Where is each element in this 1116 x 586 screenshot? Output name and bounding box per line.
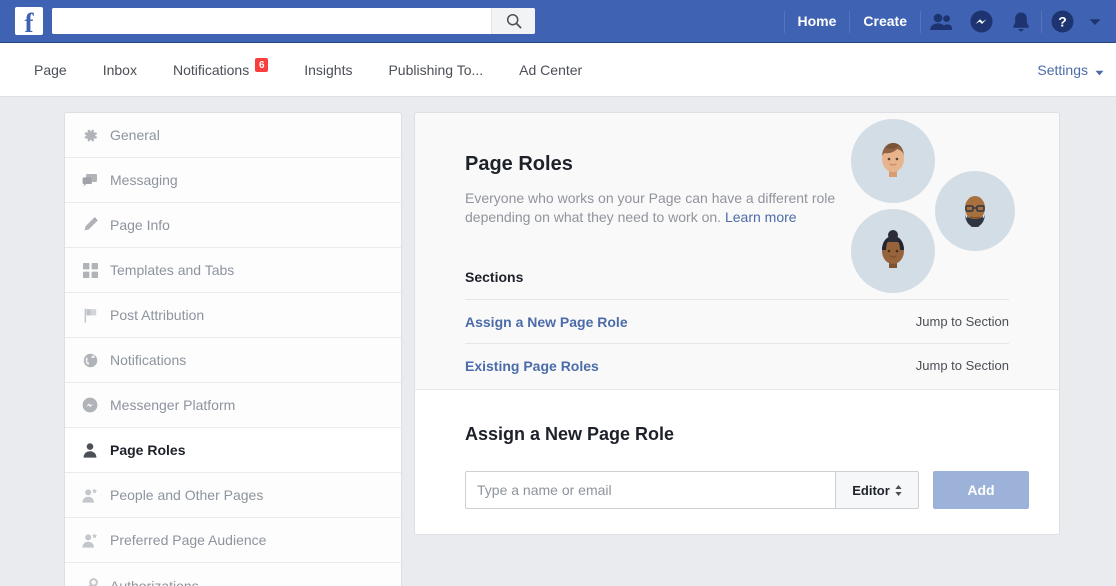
search-input[interactable] [52,8,491,34]
sidebar-item-label: Preferred Page Audience [110,532,267,548]
help-button[interactable]: ? [1042,0,1082,43]
sidebar-item-label: People and Other Pages [110,487,264,503]
avatar-hair-bun [851,209,935,293]
section-link-assign-new-page-role[interactable]: Assign a New Page Role [465,314,628,330]
assign-new-page-role-section: Assign a New Page Role Editor Add [415,390,1059,534]
sidebar-item-label: Page Roles [110,442,186,458]
sidebar-item-label: Messenger Platform [110,397,236,413]
tab-page[interactable]: Page [16,43,85,96]
person-star-icon [79,487,101,503]
settings-label: Settings [1037,62,1088,78]
tab-publishing-tools-label: Publishing To... [388,61,484,78]
gear-icon [79,128,101,143]
role-select[interactable]: Editor [835,471,919,509]
sidebar-item-general[interactable]: General [65,113,401,158]
sidebar-item-label: Authorizations [110,577,199,586]
tab-insights[interactable]: Insights [286,43,370,96]
messenger-icon [79,397,101,413]
section-link-existing-page-roles[interactable]: Existing Page Roles [465,358,599,374]
sidebar-item-messenger-platform[interactable]: Messenger Platform [65,383,401,428]
account-menu-button[interactable] [1082,0,1108,43]
help-icon: ? [1051,10,1073,33]
messenger-button[interactable] [961,0,1001,43]
tab-inbox-label: Inbox [102,61,137,78]
sidebar-item-page-roles[interactable]: Page Roles [65,428,401,473]
sidebar-item-label: Messaging [110,172,178,188]
search-button[interactable] [491,8,535,34]
jump-to-section-link[interactable]: Jump to Section [916,358,1009,373]
tab-insights-label: Insights [304,61,353,78]
friend-requests-button[interactable] [921,0,961,43]
create-link[interactable]: Create [850,0,920,43]
section-row-assign-new-page-role: Assign a New Page Role Jump to Section [465,299,1009,343]
avatar-face-icon [882,230,904,268]
page-nav-tabs: Page Inbox Notifications 6 Insights Publ… [0,43,1116,97]
assign-section-title: Assign a New Page Role [465,424,675,444]
notifications-button[interactable] [1001,0,1041,43]
avatar-brown-hair [851,119,935,203]
page-roles-header-card: Page Roles Everyone who works on your Pa… [415,113,1059,390]
grid-squares-icon [79,262,101,278]
tab-notifications[interactable]: Notifications 6 [155,43,286,96]
tab-publishing-tools[interactable]: Publishing To... [370,43,501,96]
learn-more-link[interactable]: Learn more [725,209,797,225]
jump-to-section-link[interactable]: Jump to Section [916,314,1009,329]
key-icon [79,577,101,586]
account-caret-icon [1089,18,1101,25]
top-bar-right-group: Home Create ? [783,0,1109,43]
settings-menu-button[interactable]: Settings [1037,43,1104,97]
sidebar-item-label: Page Info [110,217,170,233]
page-roles-illustration [851,113,1031,293]
notifications-bell-icon [1013,12,1029,31]
sidebar-item-authorizations[interactable]: Authorizations [65,563,401,586]
assign-role-form: Editor Add [465,471,1029,509]
svg-text:?: ? [1058,14,1067,30]
search-box[interactable] [52,8,535,34]
assign-help-text [465,522,1009,534]
section-row-existing-page-roles: Existing Page Roles Jump to Section [465,343,1009,387]
facebook-logo[interactable]: f [15,7,43,35]
tab-inbox[interactable]: Inbox [85,43,155,96]
home-link[interactable]: Home [785,0,850,43]
sidebar-item-notifications[interactable]: Notifications [65,338,401,383]
sidebar-item-label: General [110,127,160,143]
flag-icon [79,308,101,323]
sidebar-item-label: Templates and Tabs [110,262,235,278]
sidebar-item-post-attribution[interactable]: Post Attribution [65,293,401,338]
pencil-icon [79,217,101,233]
page-description: Everyone who works on your Page can have… [465,189,855,227]
chat-bubbles-icon [79,173,101,188]
person-icon [79,442,101,458]
sidebar-item-label: Notifications [110,352,187,368]
tab-ad-center-label: Ad Center [519,61,583,78]
avatar-face-icon [965,196,985,227]
sidebar-item-messaging[interactable]: Messaging [65,158,401,203]
person-star-icon [79,532,101,548]
facebook-logo-letter: f [24,8,34,36]
tab-notifications-label: Notifications [172,61,250,78]
avatar-bearded-glasses [935,171,1015,251]
globe-icon [79,353,101,368]
tab-page-label: Page [34,61,67,78]
name-or-email-input[interactable] [465,471,835,509]
sidebar-item-page-info[interactable]: Page Info [65,203,401,248]
settings-body: General Messaging Page Info Templates an… [0,97,1116,586]
add-button[interactable]: Add [933,471,1029,509]
search-icon [506,13,521,29]
notifications-count-badge: 6 [255,57,269,72]
friend-requests-icon [930,13,952,30]
avatar-face-icon [882,143,904,177]
sidebar-item-templates-and-tabs[interactable]: Templates and Tabs [65,248,401,293]
sidebar-item-label: Post Attribution [110,307,205,323]
page-roles-panel: Page Roles Everyone who works on your Pa… [414,112,1060,535]
sidebar-item-people-and-other-pages[interactable]: People and Other Pages [65,473,401,518]
sidebar-item-preferred-page-audience[interactable]: Preferred Page Audience [65,518,401,563]
tab-ad-center[interactable]: Ad Center [501,43,600,96]
messenger-icon [970,10,992,33]
facebook-top-bar: f Home Create ? [0,0,1116,43]
chevron-down-icon [1095,64,1104,79]
settings-sidebar: General Messaging Page Info Templates an… [64,112,402,586]
role-select-value: Editor [852,482,890,498]
updown-arrows-icon [895,484,902,496]
